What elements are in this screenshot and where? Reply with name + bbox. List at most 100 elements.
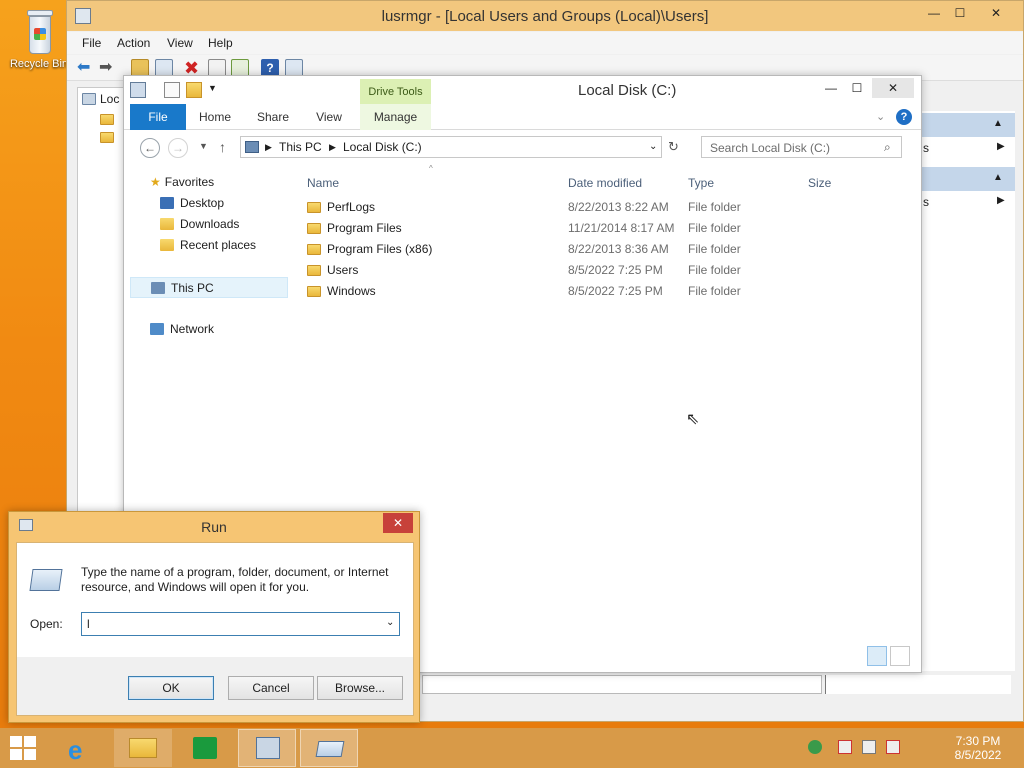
file-row[interactable]: Users 8/5/2022 7:25 PM File folder	[307, 260, 907, 281]
browse-button[interactable]: Browse...	[317, 676, 403, 700]
cancel-button[interactable]: Cancel	[228, 676, 314, 700]
file-type: File folder	[688, 284, 741, 298]
tab-home[interactable]: Home	[192, 104, 238, 130]
tab-file[interactable]: File	[130, 104, 186, 130]
forward-arrow-icon[interactable]: ➡	[99, 59, 117, 77]
file-date: 11/21/2014 8:17 AM	[568, 221, 675, 235]
recent-locations-icon[interactable]: ▼	[199, 141, 208, 151]
tree-users[interactable]	[100, 112, 120, 126]
explorer-close-button[interactable]: ✕	[872, 78, 914, 98]
tab-manage[interactable]: Manage	[360, 104, 431, 130]
store-icon	[193, 737, 217, 759]
speaker-muted-icon[interactable]	[886, 740, 900, 754]
system-clock[interactable]: 7:30 PM 8/5/2022	[946, 734, 1010, 762]
volume-icon[interactable]	[862, 740, 876, 754]
run-close-button[interactable]: ✕	[383, 513, 413, 533]
action-center-icon[interactable]	[808, 740, 822, 754]
open-dropdown-icon[interactable]: ⌄	[386, 617, 394, 628]
back-button[interactable]: ←	[140, 138, 160, 158]
folder-icon	[100, 114, 114, 125]
actions-pane: ▲ s ▶ ▲ s ▶	[919, 111, 1015, 671]
taskbar-file-explorer[interactable]	[114, 729, 172, 767]
forward-button[interactable]: →	[168, 138, 188, 158]
run-footer: OK Cancel Browse...	[17, 657, 413, 715]
actions-header-users[interactable]: ▲	[919, 113, 1015, 137]
new-folder-qat-icon[interactable]	[186, 82, 202, 98]
recycle-bin-shortcut[interactable]: Recycle Bin	[4, 6, 74, 70]
breadcrumb-local-disk[interactable]: Local Disk (C:)	[343, 140, 422, 154]
ribbon-tabs: File Home Share View Manage ⌄ ?	[124, 104, 921, 130]
column-name[interactable]: Name	[307, 172, 339, 194]
folder-icon	[307, 244, 321, 255]
refresh-icon[interactable]: ↻	[668, 139, 679, 155]
start-windows-icon[interactable]	[10, 736, 36, 760]
large-icons-view-icon[interactable]	[890, 646, 910, 666]
qat-dropdown-icon[interactable]: ▼	[208, 83, 217, 93]
open-input-value: l	[87, 617, 90, 631]
close-button[interactable]: ✕	[979, 1, 1013, 25]
breadcrumb-arrow-icon[interactable]: ▶	[329, 142, 336, 153]
properties-qat-icon[interactable]	[164, 82, 180, 98]
nav-network[interactable]: Network	[130, 319, 288, 340]
explorer-maximize-button[interactable]: ☐	[840, 76, 874, 100]
details-view-icon[interactable]	[867, 646, 887, 666]
menu-bar: File Action View Help	[67, 32, 1023, 54]
address-bar[interactable]: ▶ This PC ▶ Local Disk (C:) ⌄	[240, 136, 662, 158]
more-actions-item[interactable]: s	[923, 141, 929, 155]
nav-this-pc[interactable]: This PC	[130, 277, 288, 298]
taskbar-internet-explorer[interactable]: e	[53, 729, 111, 767]
address-dropdown-icon[interactable]: ⌄	[649, 141, 657, 152]
lusrmgr-titlebar[interactable]: lusrmgr - [Local Users and Groups (Local…	[67, 1, 1023, 31]
back-arrow-icon[interactable]: ⬅	[77, 59, 95, 77]
menu-help[interactable]: Help	[208, 36, 233, 50]
file-type: File folder	[688, 242, 741, 256]
star-icon: ★	[150, 175, 161, 189]
search-box[interactable]: Search Local Disk (C:) ⌕	[701, 136, 902, 158]
folder-icon	[307, 286, 321, 297]
taskbar-run[interactable]	[300, 729, 358, 767]
run-program-icon	[29, 569, 63, 591]
up-button[interactable]: ↑	[219, 139, 226, 155]
expand-ribbon-icon[interactable]: ⌄	[876, 110, 885, 123]
column-date-modified[interactable]: Date modified	[568, 172, 642, 194]
more-actions-item[interactable]: s	[923, 195, 929, 209]
open-combobox[interactable]: l ⌄	[81, 612, 400, 636]
explorer-titlebar[interactable]: ▼ Drive Tools Local Disk (C:) — ☐ ✕	[124, 76, 921, 105]
column-type[interactable]: Type	[688, 172, 714, 194]
address-row: ← → ▼ ↑ ▶ This PC ▶ Local Disk (C:) ⌄ ↻ …	[124, 132, 921, 162]
maximize-button[interactable]: ☐	[943, 1, 977, 25]
explorer-help-icon[interactable]: ?	[896, 109, 912, 125]
nav-favorites[interactable]: ★ Favorites	[130, 172, 288, 193]
menu-action[interactable]: Action	[117, 36, 150, 50]
menu-file[interactable]: File	[82, 36, 101, 50]
collapse-icon: ▲	[993, 172, 1003, 183]
tab-view[interactable]: View	[306, 104, 352, 130]
tree-groups[interactable]	[100, 130, 120, 144]
column-size[interactable]: Size	[808, 172, 831, 194]
open-label: Open:	[30, 617, 63, 631]
recycle-bin-icon	[19, 6, 59, 58]
computer-management-icon	[256, 737, 280, 759]
breadcrumb-this-pc[interactable]: This PC	[279, 140, 322, 154]
ok-button[interactable]: OK	[128, 676, 214, 700]
clock-date: 8/5/2022	[954, 748, 1002, 762]
clock-time: 7:30 PM	[955, 734, 1001, 748]
folder-icon	[307, 202, 321, 213]
network-status-icon[interactable]	[838, 740, 852, 754]
tab-share[interactable]: Share	[248, 104, 298, 130]
downloads-icon	[160, 218, 174, 230]
nav-recent-places[interactable]: Recent places	[130, 235, 288, 256]
actions-header-selected[interactable]: ▲	[919, 167, 1015, 191]
nav-downloads[interactable]: Downloads	[130, 214, 288, 235]
menu-view[interactable]: View	[167, 36, 193, 50]
file-row[interactable]: Program Files (x86) 8/22/2013 8:36 AM Fi…	[307, 239, 907, 260]
file-row[interactable]: PerfLogs 8/22/2013 8:22 AM File folder	[307, 197, 907, 218]
taskbar-store[interactable]	[176, 729, 234, 767]
tree-root[interactable]: Loc	[82, 92, 119, 106]
breadcrumb-arrow-icon[interactable]: ▶	[265, 142, 272, 153]
file-row[interactable]: Program Files 11/21/2014 8:17 AM File fo…	[307, 218, 907, 239]
file-row[interactable]: Windows 8/5/2022 7:25 PM File folder	[307, 281, 907, 302]
file-name: PerfLogs	[327, 200, 376, 214]
taskbar-computer-management[interactable]	[238, 729, 296, 767]
nav-desktop[interactable]: Desktop	[130, 193, 288, 214]
